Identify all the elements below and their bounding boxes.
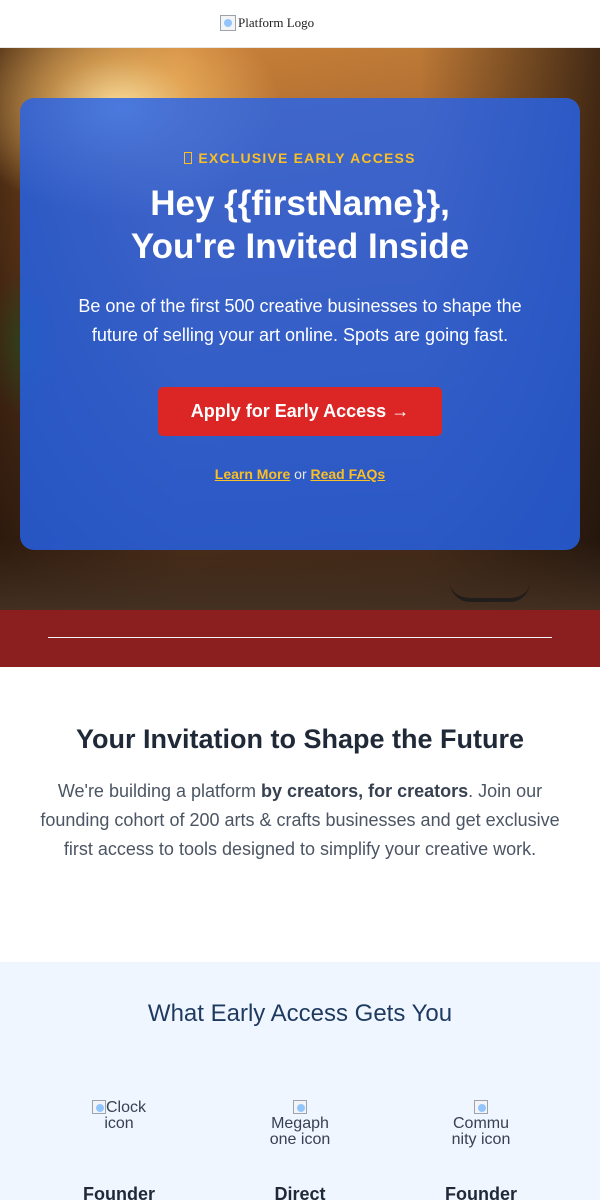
logo-alt-text: Platform Logo (238, 15, 315, 30)
hero-section: EXCLUSIVE EARLY ACCESS Hey {{firstName}}… (0, 48, 600, 610)
intro-section: Your Invitation to Shape the Future We'r… (0, 667, 600, 962)
broken-image-icon (220, 15, 236, 31)
intro-body-bold: by creators, for creators (261, 781, 469, 801)
platform-logo[interactable]: Platform Logo (220, 15, 314, 31)
hero-background-chair (450, 562, 530, 602)
feature-title: Direct (274, 1184, 326, 1200)
feature-item: Megaphone icon Direct (255, 1100, 345, 1200)
intro-body-prefix: We're building a platform (57, 781, 262, 801)
feature-title: Founder (445, 1184, 517, 1200)
benefits-features: Clock icon Founder Megaphone icon Direct… (0, 1100, 600, 1200)
read-faqs-link[interactable]: Read FAQs (311, 466, 386, 482)
links-separator: or (294, 466, 307, 482)
feature-icon-alt: Clock icon (104, 1099, 146, 1132)
broken-image-icon (91, 1100, 106, 1114)
megaphone-icon: Megaphone icon (269, 1100, 331, 1148)
divider-line (48, 637, 552, 638)
hero-eyebrow-text: EXCLUSIVE EARLY ACCESS (198, 150, 416, 166)
apply-early-access-button[interactable]: Apply for Early Access → (158, 387, 442, 436)
hero-title: Hey {{firstName}}, You're Invited Inside (20, 182, 580, 268)
hero-subtitle: Be one of the first 500 creative busines… (78, 296, 522, 345)
learn-more-link[interactable]: Learn More (215, 466, 290, 482)
hero-title-line2: You're Invited Inside (130, 227, 470, 266)
intro-heading: Your Invitation to Shape the Future (75, 724, 524, 754)
hero-secondary-links: Learn More or Read FAQs (20, 466, 580, 482)
feature-icon-alt: Megaphone icon (269, 1115, 331, 1148)
email-header: Platform Logo (0, 0, 600, 48)
feature-item: Clock icon Founder (74, 1100, 164, 1200)
feature-item: Community icon Founder (436, 1100, 526, 1200)
benefits-section: What Early Access Gets You Clock icon Fo… (0, 962, 600, 1200)
feature-title: Founder (83, 1184, 155, 1200)
hero-eyebrow: EXCLUSIVE EARLY ACCESS (20, 150, 580, 166)
broken-glyph-icon (184, 152, 193, 164)
hero-card: EXCLUSIVE EARLY ACCESS Hey {{firstName}}… (20, 98, 580, 550)
broken-image-icon (474, 1100, 488, 1114)
clock-icon: Clock icon (87, 1100, 151, 1132)
feature-icon-alt: Community icon (451, 1115, 511, 1148)
broken-image-icon (293, 1100, 307, 1114)
benefits-heading: What Early Access Gets You (147, 1000, 453, 1027)
community-icon: Community icon (450, 1100, 512, 1148)
divider-band (0, 610, 600, 667)
hero-title-line1: Hey {{firstName}}, (150, 184, 450, 223)
intro-body: We're building a platform by creators, f… (40, 777, 560, 864)
